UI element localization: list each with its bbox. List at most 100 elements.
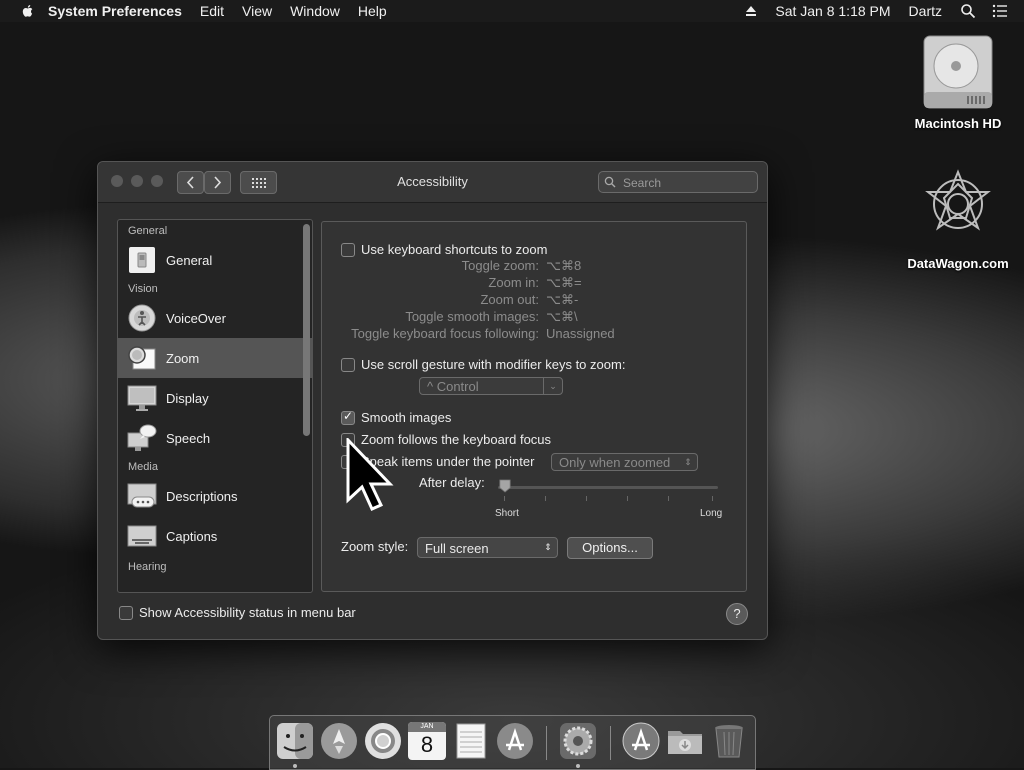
desktop-icon-macintosh-hd[interactable]: Macintosh HD xyxy=(903,32,1013,131)
display-icon xyxy=(127,385,157,411)
zoom-settings-pane: Use keyboard shortcuts to zoom Toggle zo… xyxy=(321,221,747,592)
zoom-icon xyxy=(128,346,156,370)
search-icon xyxy=(604,176,616,188)
zoom-style-popup[interactable]: Full screen ⇕ xyxy=(417,537,558,558)
sidebar-item-zoom[interactable]: Zoom xyxy=(118,338,312,378)
zoom-style-value: Full screen xyxy=(425,541,489,556)
downloads-folder-icon[interactable] xyxy=(666,722,704,760)
eject-icon[interactable] xyxy=(743,3,759,19)
sidebar-item-captions[interactable]: Captions xyxy=(118,516,312,556)
desktop-icon-label: DataWagon.com xyxy=(907,256,1009,271)
captions-icon xyxy=(127,525,157,547)
sidebar-item-label: Descriptions xyxy=(166,488,238,504)
menu-edit[interactable]: Edit xyxy=(200,3,224,19)
search-input[interactable] xyxy=(621,174,755,191)
shortcut-label: Zoom out: xyxy=(480,292,539,307)
smooth-images-checkbox[interactable] xyxy=(341,409,355,425)
sidebar-item-label: Display xyxy=(166,390,209,406)
sidebar-section-general: General xyxy=(128,225,168,237)
slider-min-label: Short xyxy=(495,508,519,519)
dock-separator xyxy=(546,726,547,760)
menu-clock[interactable]: Sat Jan 8 1:18 PM xyxy=(775,3,890,19)
shortcut-value: ⌥⌘8 xyxy=(546,258,582,273)
modifier-key-popup[interactable]: ^ Control ⌄ xyxy=(419,377,563,395)
menu-help[interactable]: Help xyxy=(358,3,387,19)
zoom-style-label: Zoom style: xyxy=(341,539,409,554)
help-button[interactable]: ? xyxy=(726,603,748,625)
hard-drive-icon xyxy=(923,35,993,109)
dock-separator xyxy=(610,726,611,760)
sidebar-item-descriptions[interactable]: Descriptions xyxy=(118,476,312,516)
sidebar-item-label: Speech xyxy=(166,430,211,446)
desktop-icon-datawagon[interactable]: DataWagon.com xyxy=(903,168,1013,271)
general-switch-icon xyxy=(129,247,155,273)
notes-icon[interactable] xyxy=(452,722,490,760)
smooth-images-option[interactable]: Smooth images xyxy=(341,409,452,425)
status-menu-option[interactable]: Show Accessibility status in menu bar xyxy=(119,605,356,620)
slider-tick xyxy=(668,496,669,501)
chevron-down-icon: ⌄ xyxy=(543,378,562,394)
keyboard-shortcuts-checkbox[interactable] xyxy=(341,242,355,257)
sidebar-item-label: VoiceOver xyxy=(166,310,226,326)
up-down-arrows-icon: ⇕ xyxy=(684,457,692,467)
options-button[interactable]: Options... xyxy=(567,537,653,559)
sidebar-section-media: Media xyxy=(128,461,158,473)
sidebar-item-display[interactable]: Display xyxy=(118,378,312,418)
slider-tick xyxy=(545,496,546,501)
keyboard-shortcuts-label: Use keyboard shortcuts to zoom xyxy=(361,242,548,257)
sidebar-item-label: General xyxy=(166,252,213,268)
running-indicator xyxy=(576,764,580,768)
speech-icon xyxy=(127,424,157,451)
accessibility-window: Accessibility General General Vision Voi… xyxy=(97,161,768,640)
calendar-icon[interactable]: JAN 8 xyxy=(408,722,446,760)
status-menu-checkbox[interactable] xyxy=(119,605,133,620)
smooth-images-label: Smooth images xyxy=(361,410,452,425)
sidebar-item-voiceover[interactable]: VoiceOver xyxy=(118,298,312,338)
menu-app-name[interactable]: System Preferences xyxy=(48,3,182,19)
desktop-icon-label: Macintosh HD xyxy=(914,116,1002,131)
launchpad-icon[interactable] xyxy=(320,722,358,760)
shortcut-value: ⌥⌘- xyxy=(546,292,579,307)
modifier-key-value: ^ Control xyxy=(427,379,479,394)
shortcut-value: ⌥⌘\ xyxy=(546,309,578,324)
title-bar[interactable]: Accessibility xyxy=(98,162,767,203)
chrome-icon[interactable] xyxy=(364,722,402,760)
system-preferences-icon[interactable] xyxy=(559,722,597,760)
trash-icon[interactable] xyxy=(710,722,748,760)
slider-max-label: Long xyxy=(700,508,723,519)
delay-slider-knob[interactable] xyxy=(499,479,511,493)
shortcut-label: Toggle keyboard focus following: xyxy=(351,326,539,341)
category-sidebar: General General Vision VoiceOver Zoom Di… xyxy=(117,219,313,593)
scroll-gesture-checkbox[interactable] xyxy=(341,357,355,372)
after-delay-label: After delay: xyxy=(419,475,485,490)
mouse-pointer-icon xyxy=(346,438,394,511)
delay-slider-track[interactable] xyxy=(498,486,718,489)
descriptions-icon xyxy=(127,483,157,508)
sidebar-scrollbar[interactable] xyxy=(303,224,310,436)
slider-tick xyxy=(712,496,713,501)
app-store-icon[interactable] xyxy=(496,722,534,760)
app-store-icon[interactable] xyxy=(622,722,660,760)
status-menu-label: Show Accessibility status in menu bar xyxy=(139,605,356,620)
sidebar-item-label: Captions xyxy=(166,528,218,544)
menu-view[interactable]: View xyxy=(242,3,272,19)
speak-items-popup[interactable]: Only when zoomed ⇕ xyxy=(551,453,698,471)
keyboard-shortcuts-option[interactable]: Use keyboard shortcuts to zoom xyxy=(341,242,547,257)
menu-bar: System Preferences Edit View Window Help… xyxy=(0,0,1024,22)
shortcut-value: ⌥⌘= xyxy=(546,275,582,290)
shortcut-label: Toggle zoom: xyxy=(461,258,539,273)
up-down-arrows-icon: ⇕ xyxy=(544,542,552,552)
notification-center-icon[interactable] xyxy=(992,3,1008,19)
menu-window[interactable]: Window xyxy=(290,3,340,19)
slider-tick xyxy=(586,496,587,501)
search-field[interactable] xyxy=(598,171,758,193)
scroll-gesture-label: Use scroll gesture with modifier keys to… xyxy=(361,357,626,372)
scroll-gesture-option[interactable]: Use scroll gesture with modifier keys to… xyxy=(341,357,625,372)
spotlight-search-icon[interactable] xyxy=(960,3,976,19)
finder-icon[interactable] xyxy=(276,722,314,760)
apple-menu-icon[interactable] xyxy=(20,3,36,19)
sidebar-item-speech[interactable]: Speech xyxy=(118,418,312,458)
slider-tick xyxy=(504,496,505,501)
sidebar-item-general[interactable]: General xyxy=(118,240,312,280)
menu-user[interactable]: Dartz xyxy=(909,3,942,19)
